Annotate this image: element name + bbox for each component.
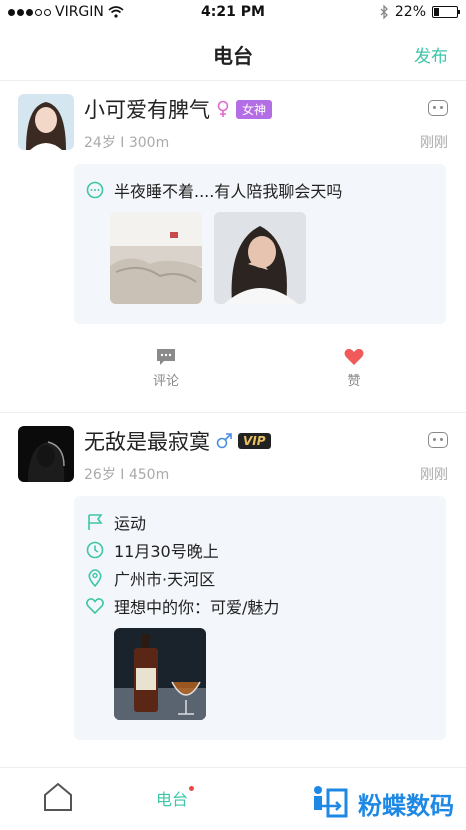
location-pin-icon (88, 569, 102, 587)
user-meta: 24岁 I 300m (84, 135, 170, 151)
girl-photo[interactable] (214, 212, 306, 304)
post-actions: 评论 赞 (0, 342, 466, 413)
post-card: 无敌是最寂寞 VIP 26岁 I 450m 刚刚 运动 11月30号晚上 广州市… (0, 412, 466, 768)
status-right: 22% (379, 4, 460, 20)
user-name-row: 小可爱有脾气 女神 (84, 94, 273, 124)
user-name[interactable]: 小可爱有脾气 (84, 94, 210, 124)
avatar[interactable] (18, 426, 74, 482)
heart-outline-icon (86, 598, 104, 615)
battery-icon (432, 6, 460, 18)
heart-icon (344, 348, 364, 365)
post-content-card[interactable]: 运动 11月30号晚上 广州市·天河区 理想中的你：可爱/魅力 (74, 496, 446, 740)
bedroom-photo[interactable] (110, 212, 202, 304)
page-title: 电台 (213, 44, 253, 68)
vip-badge: VIP (238, 433, 271, 449)
post-content-card[interactable]: 半夜睡不着....有人陪我聊会天吗 (74, 164, 446, 324)
ideal-text: 理想中的你：可爱/魅力 (114, 598, 280, 617)
time-text: 11月30号晚上 (114, 542, 219, 561)
home-icon (44, 782, 72, 811)
tab-radio-label: 电台 (156, 790, 189, 809)
comment-icon (157, 349, 175, 365)
location-line: 广州市·天河区 (86, 566, 215, 590)
tab-bar: 电台 粉蝶数码 (0, 767, 466, 830)
post-time: 刚刚 (420, 135, 448, 151)
bluetooth-icon (380, 5, 388, 19)
publish-button[interactable]: 发布 (414, 42, 448, 67)
tab-home[interactable] (42, 782, 74, 816)
tab-radio[interactable]: 电台 (156, 786, 195, 810)
post-text-line: 半夜睡不着....有人陪我聊会天吗 (86, 178, 342, 202)
user-meta: 26岁 I 450m (84, 467, 170, 483)
user-name[interactable]: 无敌是最寂寞 (84, 426, 210, 456)
flag-icon (88, 514, 103, 530)
whiskey-photo[interactable] (114, 628, 206, 720)
battery-percent: 22% (394, 4, 426, 20)
watermark: 粉蝶数码 (310, 784, 454, 822)
post-text: 半夜睡不着....有人陪我聊会天吗 (114, 182, 343, 201)
chat-icon[interactable] (428, 100, 448, 116)
clock-icon (86, 541, 104, 559)
location-text: 广州市·天河区 (114, 570, 216, 589)
nav-bar: 电台 发布 (0, 26, 466, 81)
male-icon (216, 433, 232, 449)
post-card: 小可爱有脾气 女神 24岁 I 300m 刚刚 半夜睡不着....有人陪我聊会天… (0, 80, 466, 413)
speech-bubble-icon (86, 181, 104, 199)
activity-line: 运动 (86, 510, 146, 534)
like-label: 赞 (347, 374, 361, 389)
watermark-text: 粉蝶数码 (358, 791, 454, 820)
like-button[interactable]: 赞 (324, 348, 384, 389)
watermark-logo-icon (314, 786, 348, 818)
ideal-line: 理想中的你：可爱/魅力 (86, 594, 279, 618)
status-bar: VIRGIN 4:21 PM 22% (0, 0, 466, 26)
post-time: 刚刚 (420, 467, 448, 483)
female-icon (217, 100, 229, 117)
notification-dot (189, 786, 195, 791)
chat-icon[interactable] (428, 432, 448, 448)
time-line: 11月30号晚上 (86, 538, 219, 562)
comment-button[interactable]: 评论 (136, 348, 196, 389)
battery-fill (434, 8, 439, 16)
activity-text: 运动 (114, 514, 147, 533)
comment-label: 评论 (152, 374, 179, 389)
goddess-badge: 女神 (236, 99, 273, 119)
avatar[interactable] (18, 94, 74, 150)
user-name-row: 无敌是最寂寞 VIP (84, 426, 271, 456)
